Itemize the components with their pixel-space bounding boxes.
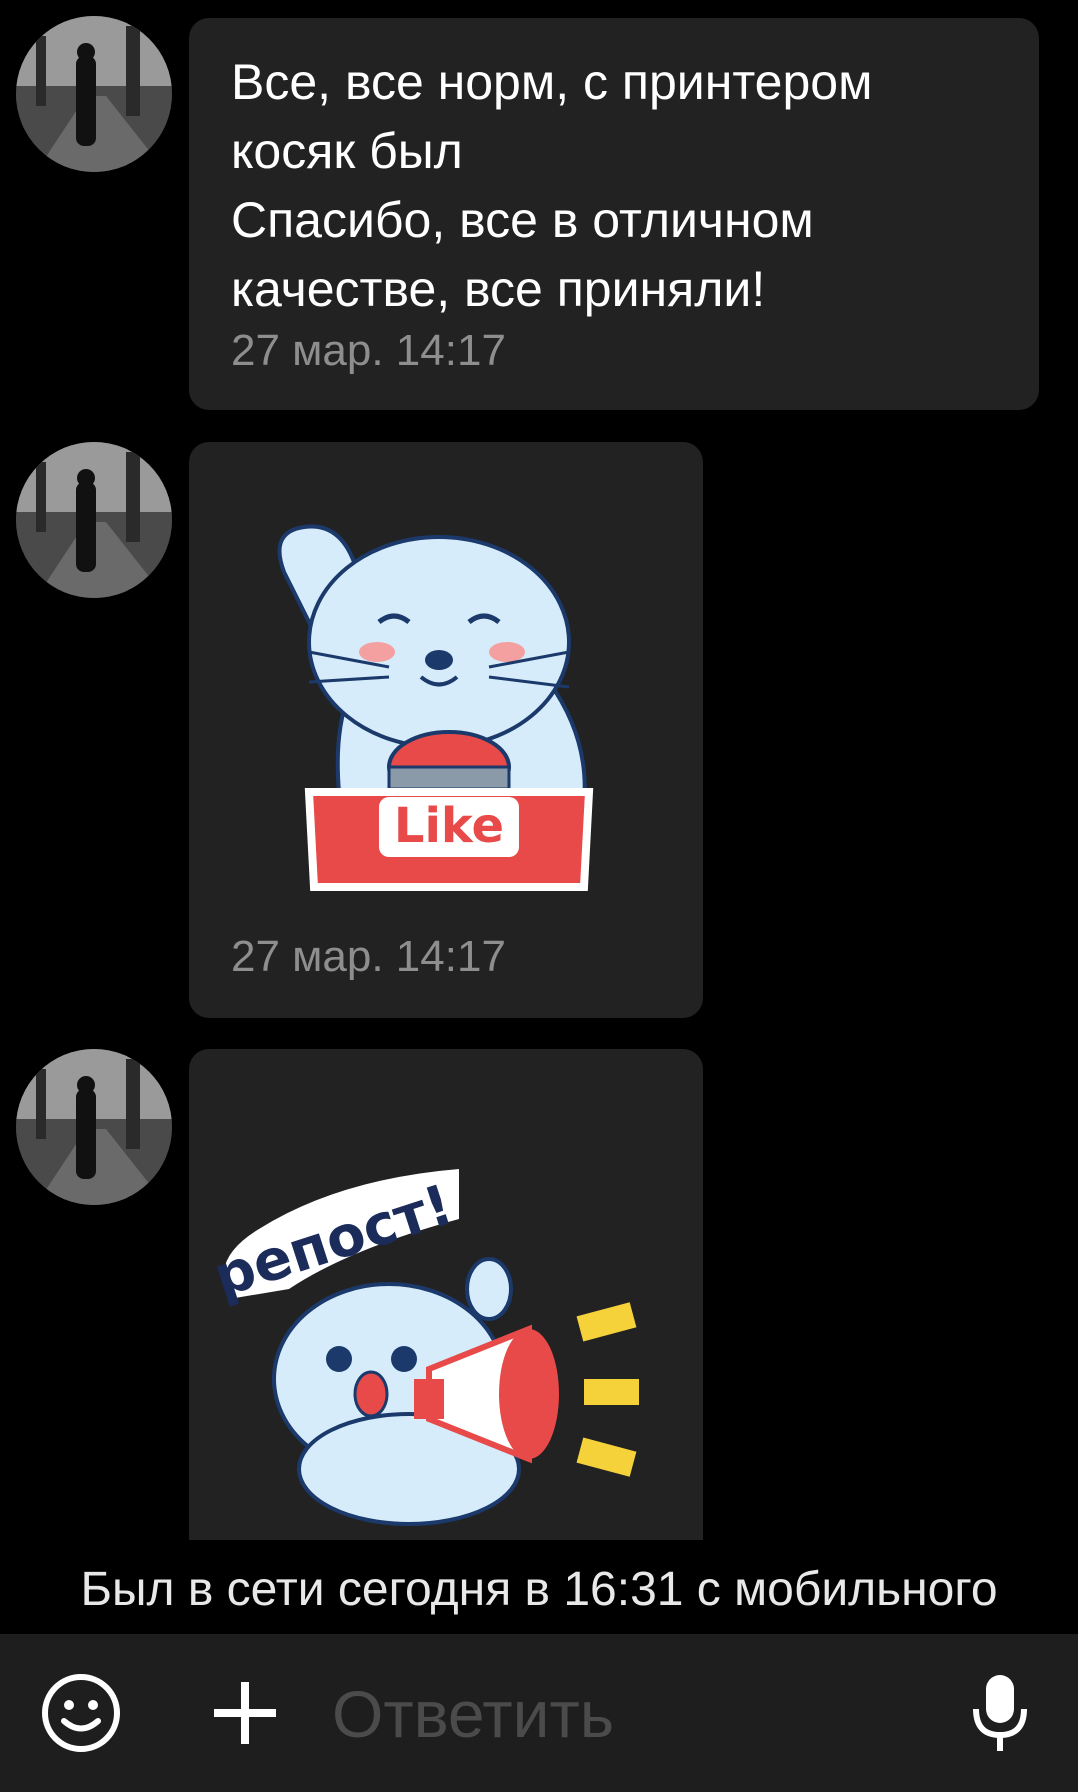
cat-repost-megaphone-sticker: репост! xyxy=(206,1169,639,1526)
composer-bar xyxy=(0,1634,1078,1792)
avatar[interactable] xyxy=(16,16,172,172)
plus-icon[interactable] xyxy=(205,1634,285,1792)
message-text: Все, все норм, с принтером косяк был Спа… xyxy=(231,54,873,317)
reply-input[interactable] xyxy=(330,1673,934,1755)
sticker-bubble[interactable]: Like 27 мар. 14:17 xyxy=(189,442,703,1018)
message-bubble[interactable]: Все, все норм, с принтером косяк был Спа… xyxy=(189,18,1039,410)
microphone-icon[interactable] xyxy=(960,1634,1040,1792)
svg-text:Like: Like xyxy=(394,798,504,854)
sticker-bubble[interactable]: репост! xyxy=(189,1049,703,1569)
message-timestamp: 27 мар. 14:17 xyxy=(231,326,506,375)
avatar[interactable] xyxy=(16,1049,172,1205)
cat-like-sticker: Like xyxy=(277,524,594,891)
last-seen-status: Был в сети сегодня в 16:31 с мобильного xyxy=(0,1540,1078,1640)
smile-icon[interactable] xyxy=(36,1634,126,1792)
avatar[interactable] xyxy=(16,442,172,598)
message-timestamp: 27 мар. 14:17 xyxy=(231,932,506,981)
